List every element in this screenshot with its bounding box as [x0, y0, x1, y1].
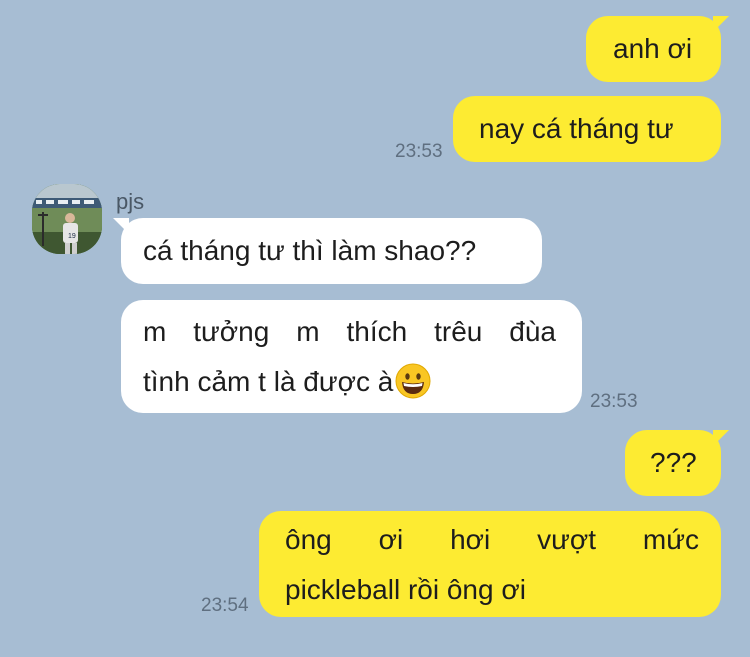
svg-text:19: 19 — [68, 233, 76, 240]
message-text-line: pickleball rồi ông ơi — [285, 574, 526, 605]
message-timestamp: 23:54 — [201, 595, 249, 616]
message-bubble-outgoing[interactable]: nay cá tháng tư — [453, 96, 721, 162]
message-bubble-outgoing[interactable]: anh ơi — [586, 16, 721, 82]
sender-name: pjs — [116, 189, 145, 214]
message-text: anh ơi — [613, 33, 693, 64]
avatar[interactable]: 19 — [32, 184, 102, 254]
avatar-photo-image: 19 — [32, 184, 102, 254]
message-bubble-incoming[interactable]: m tưởng m thích trêu đùa tình cảm t là đ… — [121, 300, 582, 413]
message-text-line: m tưởng m thích trêu đùa — [143, 316, 556, 347]
message-text: cá tháng tư thì làm shao?? — [143, 235, 477, 266]
chat-thread: anh ơi nay cá tháng tư 23:53 19 pjs cá t… — [0, 0, 750, 657]
message-bubble-outgoing[interactable]: ??? — [625, 430, 721, 496]
message-text-line: ông ơi hơi vượt mức — [285, 524, 699, 555]
message-bubble-incoming[interactable]: cá tháng tư thì làm shao?? — [121, 218, 542, 284]
message-text-line: tình cảm t là được à — [143, 366, 394, 397]
message-timestamp: 23:53 — [395, 141, 443, 162]
message-bubble-outgoing[interactable]: ông ơi hơi vượt mức pickleball rồi ông ơ… — [259, 511, 721, 617]
grinning-face-emoji-icon — [395, 363, 431, 399]
message-text: ??? — [650, 447, 697, 478]
message-text-line-with-emoji: tình cảm t là được à — [143, 357, 556, 407]
message-timestamp: 23:53 — [590, 391, 638, 412]
message-text: nay cá tháng tư — [479, 113, 674, 144]
